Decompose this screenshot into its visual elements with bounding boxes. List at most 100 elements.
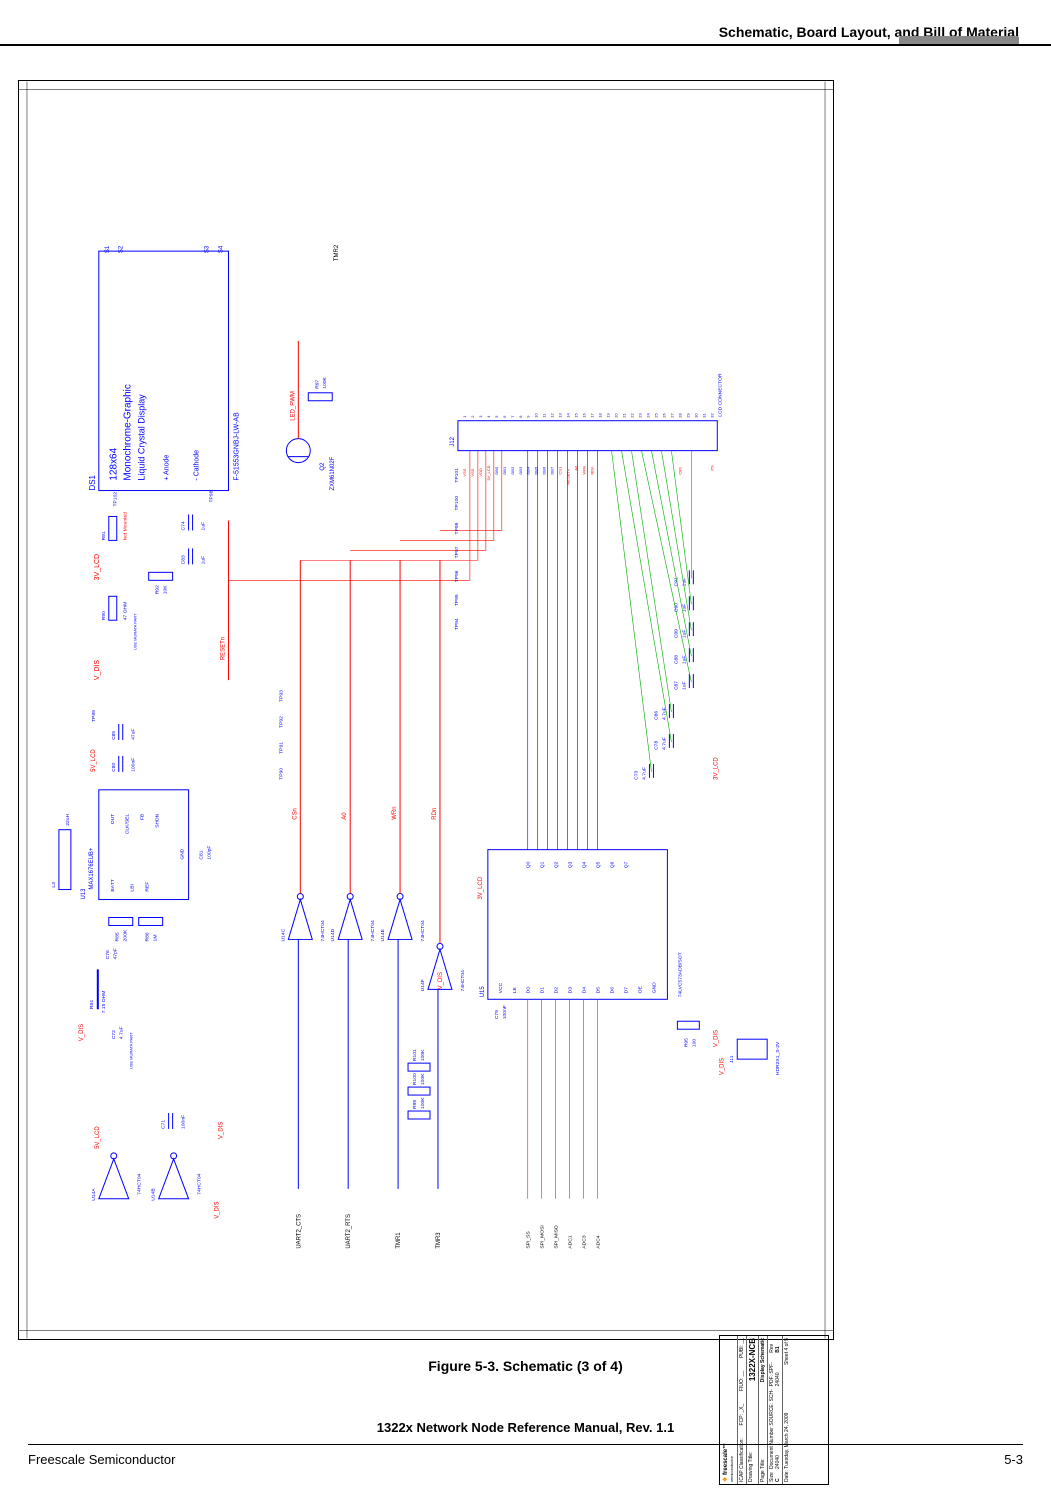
svg-text:GND: GND bbox=[651, 982, 657, 993]
jumper-j11: J11 HDR2X1_S-2V V_DIS bbox=[719, 1039, 781, 1075]
latch-in-labels: SPI_SS SPI_MOSI SPI_MISO ADC1 ADC3 ADC4 bbox=[526, 999, 602, 1248]
svg-text:22uH: 22uH bbox=[65, 813, 71, 825]
svg-text:18: 18 bbox=[598, 413, 603, 418]
svg-text:V_DIS: V_DIS bbox=[215, 1201, 221, 1218]
footer-rule bbox=[28, 1444, 1023, 1445]
svg-text:R90: R90 bbox=[101, 611, 107, 620]
header-rule bbox=[0, 44, 1051, 46]
svg-text:V_DIS: V_DIS bbox=[94, 660, 101, 680]
svg-text:R101: R101 bbox=[412, 1049, 418, 1061]
svg-text:Q2: Q2 bbox=[320, 462, 326, 471]
svg-text:Q6: Q6 bbox=[610, 861, 616, 868]
svg-text:VCC: VCC bbox=[498, 982, 504, 993]
svg-text:D3: D3 bbox=[568, 987, 574, 994]
svg-text:C78: C78 bbox=[653, 741, 659, 750]
svg-text:C76: C76 bbox=[105, 950, 111, 959]
decoupling-caps: C734.7uF C784.7uF C864.7uF C871uF C881uF… bbox=[612, 451, 720, 780]
svg-text:V_DIS: V_DIS bbox=[713, 1030, 719, 1047]
svg-text:V_DIS: V_DIS bbox=[719, 1058, 725, 1075]
svg-text:1M: 1M bbox=[153, 935, 159, 942]
svg-text:UART2_RTS: UART2_RTS bbox=[346, 1214, 352, 1249]
svg-text:74HCT04: 74HCT04 bbox=[137, 1173, 143, 1195]
svg-text:4.7uF: 4.7uF bbox=[661, 737, 667, 750]
svg-text:TMR3: TMR3 bbox=[436, 1232, 442, 1249]
svg-text:27: 27 bbox=[669, 413, 674, 418]
svg-text:D2: D2 bbox=[554, 987, 560, 994]
svg-text:20: 20 bbox=[614, 413, 619, 418]
svg-text:47 OHM: 47 OHM bbox=[123, 602, 129, 621]
svg-text:U14D: U14D bbox=[330, 928, 336, 941]
svg-text:100K: 100K bbox=[322, 376, 328, 388]
svg-text:Liquid Crystal Display: Liquid Crystal Display bbox=[137, 394, 147, 481]
svg-text:U14C: U14C bbox=[280, 928, 286, 941]
svg-text:32: 32 bbox=[709, 413, 714, 418]
doc-title-footer: 1322x Network Node Reference Manual, Rev… bbox=[0, 1420, 1051, 1435]
svg-text:Q4: Q4 bbox=[582, 861, 588, 868]
svg-text:RDn: RDn bbox=[432, 808, 438, 820]
svg-text:4.7uF: 4.7uF bbox=[119, 1026, 125, 1039]
svg-text:6: 6 bbox=[502, 415, 507, 418]
svg-text:100K: 100K bbox=[420, 1097, 426, 1109]
svg-text:5: 5 bbox=[494, 415, 499, 418]
svg-text:U14A: U14A bbox=[91, 1188, 97, 1201]
tp-row: TP94 TP95 TP96 TP97 TP99 TP100 TP101 bbox=[454, 468, 460, 631]
svg-text:1uF: 1uF bbox=[681, 578, 687, 587]
svg-text:TP89: TP89 bbox=[91, 710, 97, 722]
svg-text:CS1: CS1 bbox=[558, 466, 563, 475]
svg-text:25: 25 bbox=[653, 413, 658, 418]
svg-text:VSS: VSS bbox=[462, 468, 467, 476]
svg-text:12: 12 bbox=[550, 413, 555, 418]
svg-text:74HCT04: 74HCT04 bbox=[320, 920, 326, 942]
svg-text:C79: C79 bbox=[494, 1010, 500, 1019]
svg-text:TP97: TP97 bbox=[454, 546, 460, 558]
svg-text:PS: PS bbox=[709, 465, 714, 471]
svg-text:3V_LCD: 3V_LCD bbox=[713, 757, 719, 780]
svg-text:R92: R92 bbox=[155, 585, 161, 594]
svg-text:D4: D4 bbox=[582, 987, 588, 994]
svg-text:R84: R84 bbox=[89, 1000, 95, 1009]
svg-text:ADC1: ADC1 bbox=[568, 1235, 574, 1248]
svg-text:C73: C73 bbox=[633, 770, 639, 779]
svg-text:3V_LCD: 3V_LCD bbox=[478, 876, 484, 899]
svg-text:MAX1676EUB+: MAX1676EUB+ bbox=[89, 847, 95, 889]
svg-text:C86: C86 bbox=[653, 711, 659, 720]
svg-text:9: 9 bbox=[526, 415, 531, 418]
svg-text:D5: D5 bbox=[596, 987, 602, 994]
schematic-frame: 128x64 Monochrome-Graphic Liquid Crystal… bbox=[18, 80, 834, 1340]
svg-text:TP94: TP94 bbox=[454, 618, 460, 630]
svg-text:200K: 200K bbox=[123, 929, 129, 941]
svg-text:1uF: 1uF bbox=[681, 681, 687, 690]
svg-text:TP93: TP93 bbox=[278, 690, 284, 702]
svg-text:100nF: 100nF bbox=[131, 758, 137, 772]
svg-text:Monochrome-Graphic: Monochrome-Graphic bbox=[123, 384, 134, 480]
svg-text:74HCT04: 74HCT04 bbox=[420, 920, 426, 942]
svg-text:VSS: VSS bbox=[470, 468, 475, 476]
svg-text:10K: 10K bbox=[163, 585, 169, 595]
svg-text:5V_LCD: 5V_LCD bbox=[95, 1126, 101, 1149]
svg-text:DS1: DS1 bbox=[88, 474, 97, 490]
svg-text:C88: C88 bbox=[673, 655, 679, 664]
svg-text:100nF: 100nF bbox=[181, 1115, 187, 1129]
svg-text:WRn: WRn bbox=[392, 806, 398, 819]
inverters-ab: U14A 74HCT04 U14B 74HCT04 5V_LCD C71 100… bbox=[91, 1113, 225, 1219]
svg-text:VDD: VDD bbox=[478, 468, 483, 477]
svg-text:U14F: U14F bbox=[420, 979, 426, 991]
svg-text:Q7: Q7 bbox=[624, 861, 630, 868]
svg-text:R85: R85 bbox=[115, 932, 121, 941]
svg-text:S2: S2 bbox=[119, 245, 125, 253]
svg-text:TP95: TP95 bbox=[454, 594, 460, 606]
svg-text:C71: C71 bbox=[161, 1120, 167, 1129]
svg-text:4: 4 bbox=[486, 415, 491, 418]
svg-text:DB2: DB2 bbox=[510, 466, 515, 475]
svg-text:C89: C89 bbox=[673, 629, 679, 638]
svg-text:LED_PWM: LED_PWM bbox=[290, 391, 296, 421]
svg-text:3: 3 bbox=[478, 415, 483, 418]
svg-text:100: 100 bbox=[691, 1039, 697, 1048]
svg-text:R100: R100 bbox=[412, 1073, 418, 1085]
svg-text:15: 15 bbox=[574, 413, 579, 418]
svg-text:D1: D1 bbox=[540, 987, 546, 994]
display-block: 128x64 Monochrome-Graphic Liquid Crystal… bbox=[88, 245, 241, 490]
svg-text:100K: 100K bbox=[420, 1049, 426, 1061]
svg-text:26: 26 bbox=[661, 413, 666, 418]
svg-text:J12: J12 bbox=[450, 436, 456, 446]
